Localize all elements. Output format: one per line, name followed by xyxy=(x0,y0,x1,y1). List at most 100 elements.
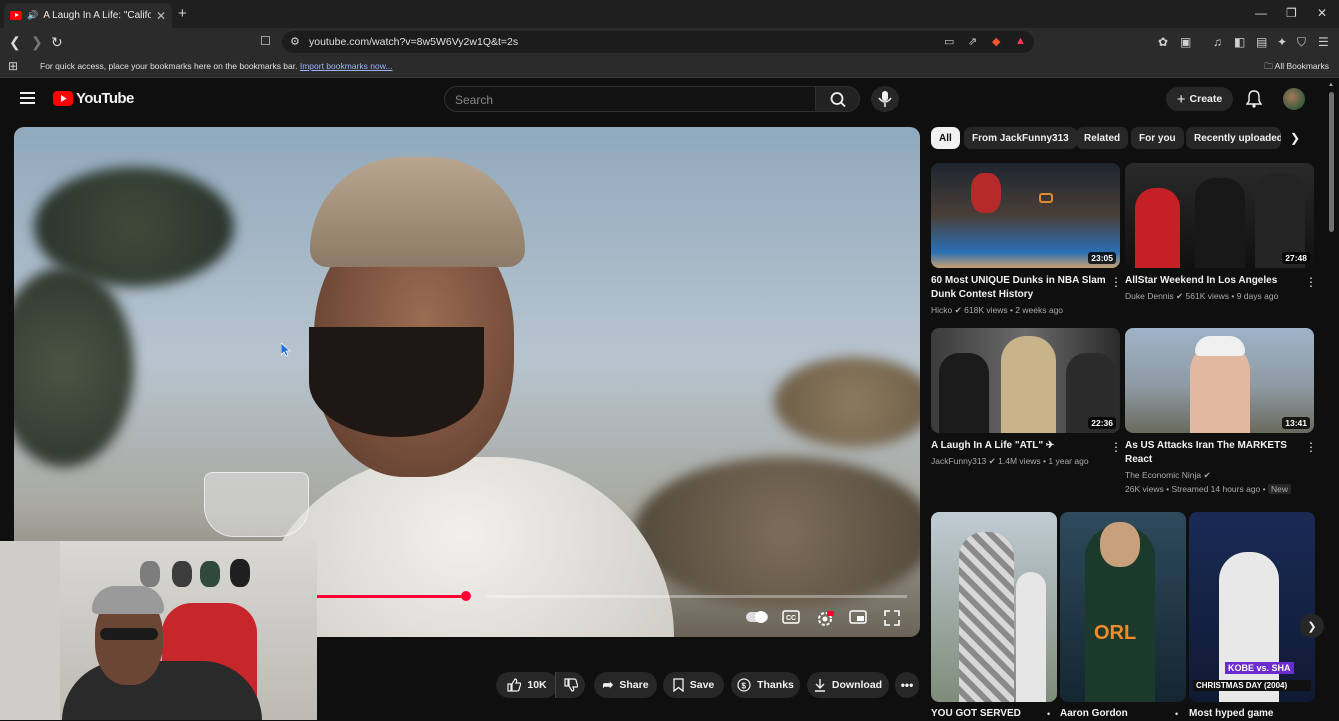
reload-icon[interactable]: ↻ xyxy=(51,34,63,51)
omnibox[interactable]: ⚙ youtube.com/watch?v=8w5W6Vy2w1Q&t=2s ▭… xyxy=(282,31,1034,53)
scroll-up-icon[interactable]: ▲ xyxy=(1328,82,1334,88)
apps-grid-icon[interactable]: ⊞ xyxy=(8,59,18,73)
video-thumbnail[interactable]: 13:41 xyxy=(1125,328,1314,433)
guide-menu-icon[interactable] xyxy=(20,91,36,110)
video-title[interactable]: AllStar Weekend In Los Angeles xyxy=(1125,274,1305,288)
video-duration: 23:05 xyxy=(1088,252,1116,264)
chip-all[interactable]: All xyxy=(931,127,960,149)
webcam-overlay xyxy=(0,541,317,720)
captions-icon[interactable]: CC xyxy=(782,610,800,627)
short-title[interactable]: Aaron Gordon xyxy=(1060,707,1128,721)
chip-from-channel[interactable]: From JackFunny313 xyxy=(964,127,1077,149)
music-icon[interactable]: ♫ xyxy=(1213,35,1222,49)
verified-icon: ✔ xyxy=(954,305,962,315)
fullscreen-icon[interactable] xyxy=(884,610,900,629)
new-tab-icon[interactable]: + xyxy=(178,5,187,22)
url-text[interactable]: youtube.com/watch?v=8w5W6Vy2w1Q&t=2s xyxy=(309,36,518,48)
site-info-icon[interactable]: ⚙ xyxy=(290,35,300,48)
mouse-cursor-icon xyxy=(280,342,292,362)
video-meta: JackFunny313 ✔ 1.4M views • 1 year ago xyxy=(931,456,1089,466)
page-scrollbar-thumb[interactable] xyxy=(1329,92,1334,232)
create-button[interactable]: + Create xyxy=(1166,87,1233,111)
like-button[interactable]: 10K xyxy=(496,672,558,698)
video-thumbnail[interactable]: 22:36 xyxy=(931,328,1120,433)
search-input[interactable]: Search xyxy=(444,86,816,112)
leo-ai-icon[interactable]: ✦ xyxy=(1277,35,1287,49)
download-icon xyxy=(814,679,825,692)
more-horizontal-icon: ••• xyxy=(900,678,914,692)
thumbs-up-icon xyxy=(507,678,522,692)
chip-recently-uploaded[interactable]: Recently uploaded xyxy=(1186,127,1281,149)
video-duration: 22:36 xyxy=(1088,417,1116,429)
progress-bar-played[interactable] xyxy=(317,595,465,598)
wallet-card-icon[interactable]: ▤ xyxy=(1256,35,1267,49)
short-thumbnail[interactable]: ORL xyxy=(1060,512,1186,702)
search-icon xyxy=(830,92,846,108)
short-thumbnail[interactable] xyxy=(931,512,1057,702)
video-title[interactable]: 60 Most UNIQUE Dunks in NBA Slam Dunk Con… xyxy=(931,274,1111,302)
video-menu-icon[interactable]: ⋮ xyxy=(1110,440,1122,454)
video-title[interactable]: A Laugh In A Life "ATL" ✈ xyxy=(931,439,1111,453)
voice-search-button[interactable] xyxy=(871,86,899,112)
chip-for-you[interactable]: For you xyxy=(1131,127,1184,149)
menu-icon[interactable]: ☰ xyxy=(1318,35,1329,49)
short-title[interactable]: YOU GOT SERVED xyxy=(931,707,1021,721)
video-meta: Hicko ✔ 618K views • 2 weeks ago xyxy=(931,305,1064,315)
shorts-next-arrow-icon[interactable]: ❯ xyxy=(1300,614,1324,638)
miniplayer-icon[interactable] xyxy=(849,610,867,627)
vpn-icon[interactable]: ⛉ xyxy=(1297,35,1306,50)
video-duration: 27:48 xyxy=(1282,252,1310,264)
video-menu-icon[interactable]: ⋮ xyxy=(1305,440,1317,454)
chip-related[interactable]: Related xyxy=(1076,127,1129,149)
brave-rewards-icon[interactable]: ▲ xyxy=(1015,35,1026,47)
jersey-text: ORL xyxy=(1094,622,1137,644)
speaker-icon: 🔊 xyxy=(27,10,39,20)
brave-shield-icon[interactable]: ◆ xyxy=(992,35,1000,48)
download-button[interactable]: Download xyxy=(807,672,889,698)
bookmark-icon[interactable]: ☐ xyxy=(260,34,271,48)
progress-scrubber[interactable] xyxy=(461,591,471,601)
minimize-icon[interactable]: — xyxy=(1255,6,1267,20)
notifications-bell-icon[interactable] xyxy=(1245,90,1263,113)
save-button[interactable]: Save xyxy=(663,672,724,698)
video-thumbnail[interactable]: 27:48 xyxy=(1125,163,1314,268)
close-window-icon[interactable]: ✕ xyxy=(1317,6,1327,20)
import-bookmarks-link[interactable]: Import bookmarks now... xyxy=(300,61,393,71)
extensions-icon[interactable]: ✿ xyxy=(1158,35,1168,49)
video-thumbnail[interactable]: 23:05 xyxy=(931,163,1120,268)
bookmarks-message: For quick access, place your bookmarks h… xyxy=(40,61,393,71)
settings-gear-icon[interactable] xyxy=(816,610,834,631)
back-icon[interactable]: ❮ xyxy=(9,34,21,51)
wallet-icon[interactable]: ▣ xyxy=(1180,35,1191,49)
restore-icon[interactable]: ❐ xyxy=(1286,6,1297,20)
verified-icon: ✔ xyxy=(1176,291,1184,301)
share-button[interactable]: ➦ Share xyxy=(594,672,657,698)
sidebar-icon[interactable]: ◧ xyxy=(1234,35,1245,49)
account-avatar[interactable] xyxy=(1283,88,1305,110)
short-title[interactable]: Most hyped game xyxy=(1189,707,1273,721)
dislike-button[interactable] xyxy=(555,672,585,698)
cast-icon[interactable]: ▭ xyxy=(944,35,954,48)
microphone-icon xyxy=(878,91,892,107)
browser-tab[interactable]: 🔊 A Laugh In A Life: "California ✕ xyxy=(4,3,172,28)
video-title[interactable]: As US Attacks Iran The MARKETS React xyxy=(1125,439,1305,467)
autoplay-toggle[interactable] xyxy=(746,610,770,627)
thanks-button[interactable]: $ Thanks xyxy=(731,672,800,698)
youtube-logo[interactable]: YouTube xyxy=(53,90,134,107)
new-badge: New xyxy=(1267,484,1291,494)
search-button[interactable] xyxy=(816,86,860,112)
more-actions-button[interactable]: ••• xyxy=(895,672,919,698)
all-bookmarks[interactable]: 🗀 All Bookmarks xyxy=(1264,61,1329,75)
video-duration: 13:41 xyxy=(1282,417,1310,429)
shorts-overlay-title: KOBE vs. SHA xyxy=(1225,662,1294,674)
share-page-icon[interactable]: ⇗ xyxy=(968,35,977,48)
forward-icon[interactable]: ❯ xyxy=(31,34,43,51)
thumbs-down-icon xyxy=(563,678,578,692)
chips-next-arrow-icon[interactable]: ❯ xyxy=(1290,131,1300,145)
progress-bar-remaining[interactable] xyxy=(487,595,907,598)
close-tab-icon[interactable]: ✕ xyxy=(156,9,166,23)
short-thumbnail[interactable]: KOBE vs. SHA CHRISTMAS DAY (2004) xyxy=(1189,512,1315,702)
video-menu-icon[interactable]: ⋮ xyxy=(1110,275,1122,289)
verified-icon: ✔ xyxy=(1203,470,1211,480)
video-menu-icon[interactable]: ⋮ xyxy=(1305,275,1317,289)
